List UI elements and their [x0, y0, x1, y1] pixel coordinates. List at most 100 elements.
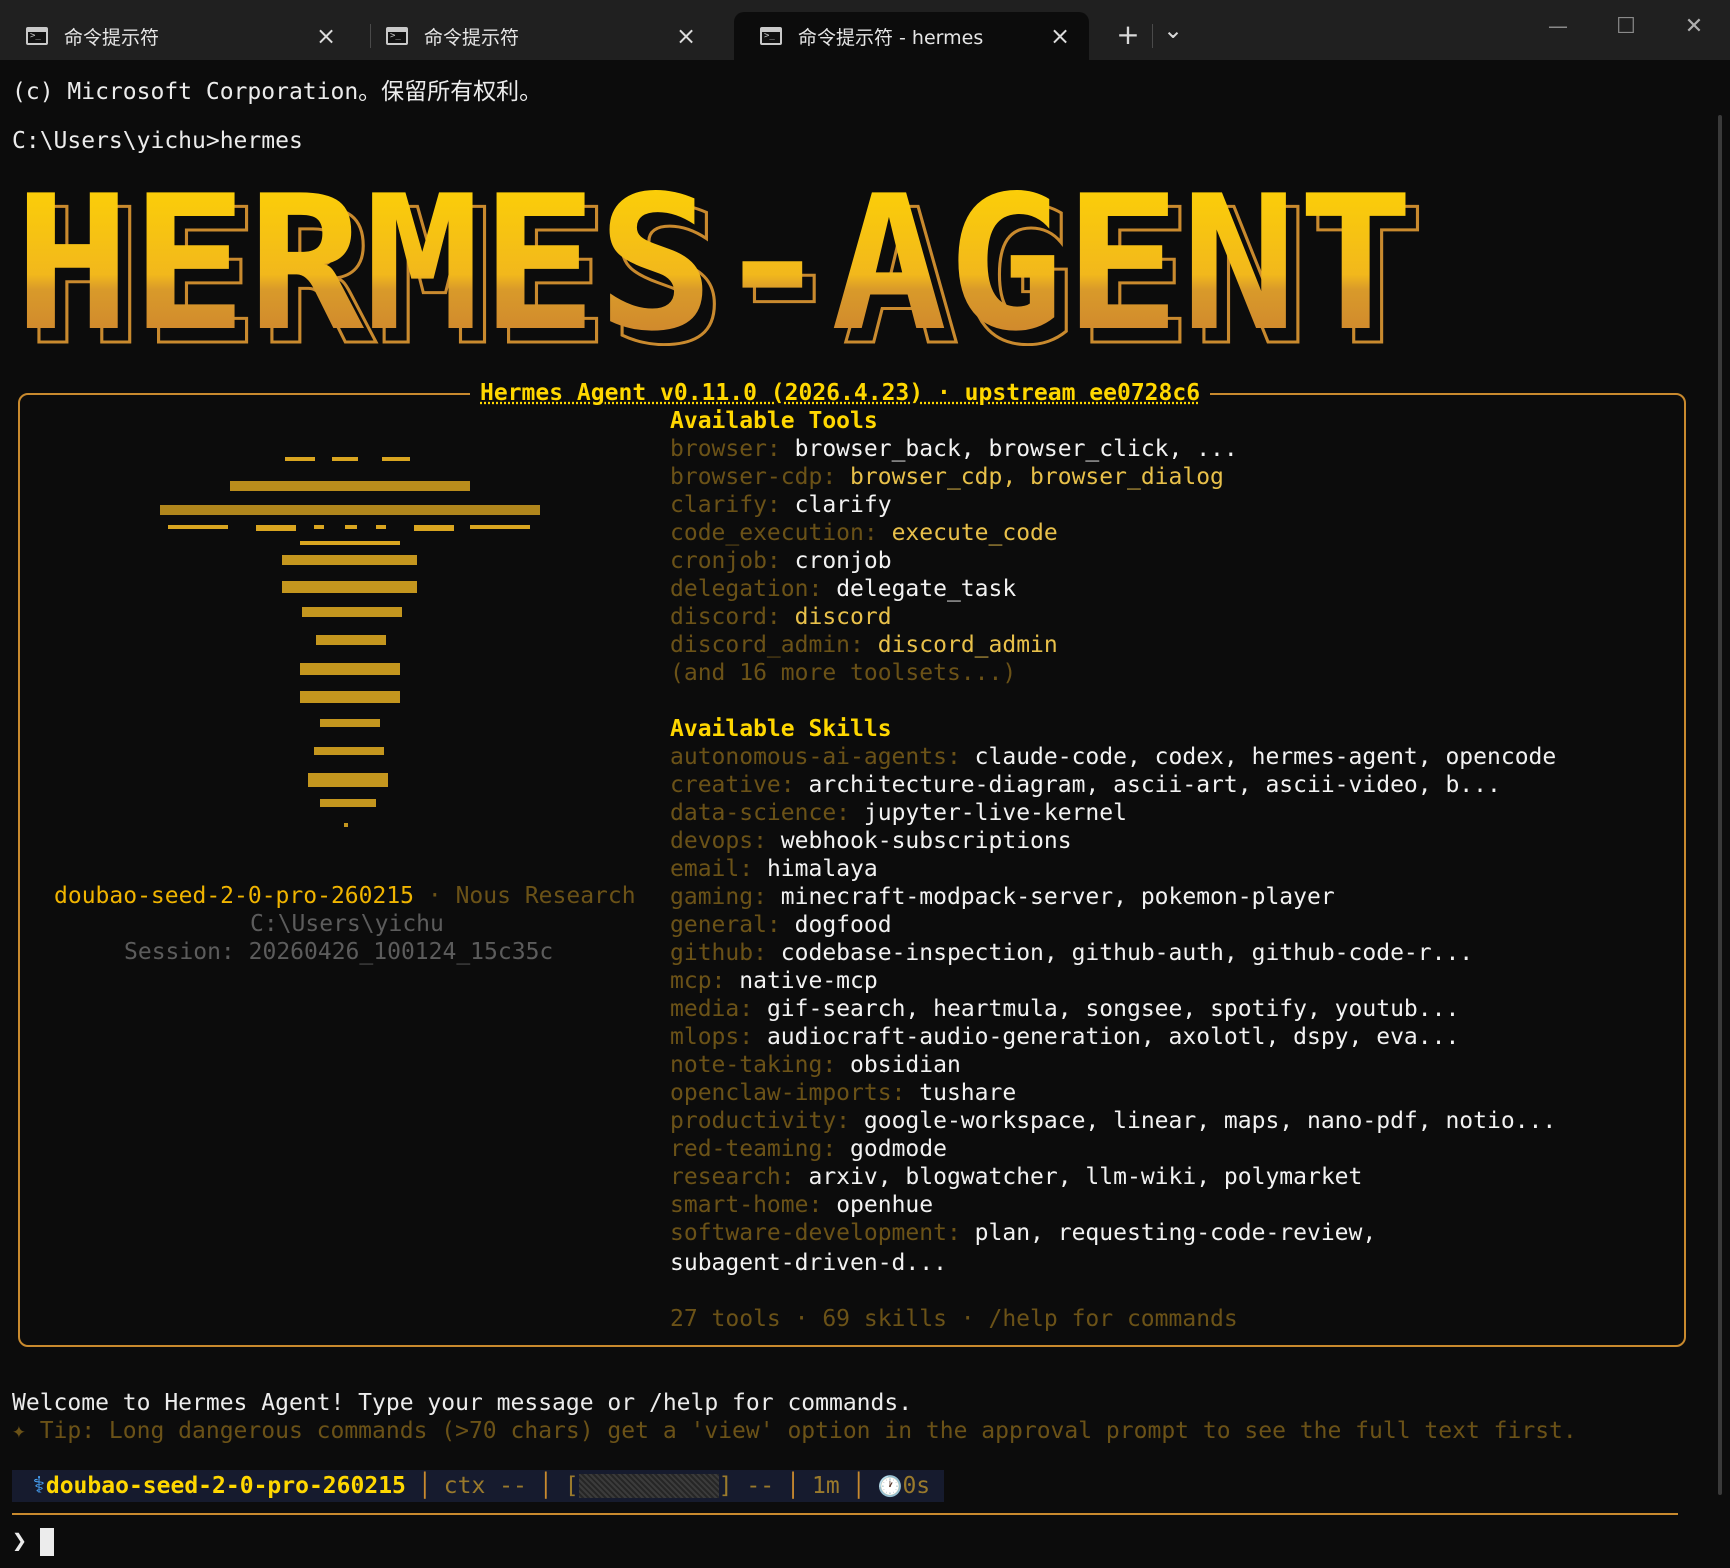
close-tab-icon[interactable]: ×: [311, 22, 341, 50]
skill-category: autonomous-ai-agents:: [670, 744, 961, 770]
provider-name: · Nous Research: [427, 883, 636, 909]
skill-values: codebase-inspection, github-auth, github…: [780, 940, 1474, 966]
bar-open: [: [564, 1473, 579, 1499]
skill-values: native-mcp: [739, 968, 878, 994]
skills-wrap-line: subagent-driven-d...: [670, 1250, 947, 1276]
input-divider: [12, 1513, 1678, 1515]
tool-row: code_execution: execute_code: [670, 520, 1058, 546]
tab-label: 命令提示符 - hermes: [798, 26, 984, 49]
skill-category: mlops:: [670, 1024, 754, 1050]
tab-dropdown-button[interactable]: ⌄: [1158, 16, 1188, 44]
status-time: 1m: [811, 1473, 840, 1499]
skill-row: note-taking: obsidian: [670, 1052, 961, 1078]
cwd-path: C:\Users\yichu: [250, 911, 444, 937]
close-tab-icon[interactable]: ×: [1045, 22, 1075, 50]
status-model: doubao-seed-2-0-pro-260215: [45, 1473, 406, 1499]
tool-values: delegate_task: [836, 576, 1017, 602]
clock-icon: 🕐: [877, 1474, 903, 1498]
terminal-icon: [386, 27, 408, 45]
skill-values: obsidian: [850, 1052, 961, 1078]
tool-values: browser_cdp, browser_dialog: [850, 464, 1224, 490]
tool-category: delegation:: [670, 576, 823, 602]
tip-message: ✦ Tip: Long dangerous commands (>70 char…: [12, 1418, 1577, 1444]
tab-hermes[interactable]: 命令提示符 - hermes ×: [734, 12, 1089, 60]
status-bar: ⚕ doubao-seed-2-0-pro-260215 │ ctx -- │ […: [12, 1470, 945, 1502]
tab-cmd-2[interactable]: 命令提示符 ×: [360, 12, 715, 60]
input-cursor[interactable]: [40, 1528, 54, 1556]
skill-category: mcp:: [670, 968, 726, 994]
hermes-agent-banner-logo: HERMES-AGENT HERMES-AGENT: [14, 176, 1428, 346]
tool-values: cronjob: [794, 548, 892, 574]
skill-category: openclaw-imports:: [670, 1080, 906, 1106]
tool-row: clarify: clarify: [670, 492, 892, 518]
tool-category: browser:: [670, 436, 781, 462]
skill-row: data-science: jupyter-live-kernel: [670, 800, 1127, 826]
divider: [1152, 24, 1153, 48]
skill-category: github:: [670, 940, 767, 966]
model-name: doubao-seed-2-0-pro-260215: [54, 883, 415, 909]
close-window-button[interactable]: ✕: [1676, 14, 1712, 39]
separator: │: [851, 1473, 866, 1499]
tab-cmd-1[interactable]: 命令提示符 ×: [0, 12, 355, 60]
caduceus-icon: ⚕: [32, 1473, 46, 1499]
skill-values: godmode: [850, 1136, 947, 1162]
minimize-button[interactable]: —: [1540, 14, 1576, 38]
tool-values: discord_admin: [877, 632, 1058, 658]
panel-title: Hermes Agent v0.11.0 (2026.4.23) · upstr…: [470, 380, 1211, 406]
session-id: Session: 20260426_100124_15c35c: [124, 939, 554, 965]
terminal-icon: [26, 27, 48, 45]
separator: │: [538, 1473, 553, 1499]
model-line: doubao-seed-2-0-pro-260215 · Nous Resear…: [54, 883, 636, 909]
bar-value: --: [746, 1473, 775, 1499]
tab-label: 命令提示符: [424, 26, 520, 49]
skill-row: research: arxiv, blogwatcher, llm-wiki, …: [670, 1164, 1362, 1190]
skill-row: email: himalaya: [670, 856, 878, 882]
skill-row: creative: architecture-diagram, ascii-ar…: [670, 772, 1501, 798]
new-tab-button[interactable]: +: [1110, 18, 1146, 51]
panel-summary: 27 tools · 69 skills · /help for command…: [670, 1306, 1238, 1332]
tool-row: browser: browser_back, browser_click, ..…: [670, 436, 1238, 462]
skill-row: openclaw-imports: tushare: [670, 1080, 1016, 1106]
skill-values: minecraft-modpack-server, pokemon-player: [780, 884, 1335, 910]
skill-category: research:: [670, 1164, 795, 1190]
skill-category: email:: [670, 856, 754, 882]
skill-row: media: gif-search, heartmula, songsee, s…: [670, 996, 1459, 1022]
maximize-button[interactable]: ☐: [1608, 14, 1644, 39]
scrollbar[interactable]: [1718, 115, 1722, 1495]
skill-row: general: dogfood: [670, 912, 892, 938]
skill-row: software-development: plan, requesting-c…: [670, 1220, 1376, 1246]
skill-row: mcp: native-mcp: [670, 968, 878, 994]
close-tab-icon[interactable]: ×: [671, 22, 701, 50]
tool-row: discord_admin: discord_admin: [670, 632, 1058, 658]
skill-values: plan, requesting-code-review,: [974, 1220, 1377, 1246]
skill-values: arxiv, blogwatcher, llm-wiki, polymarket: [808, 1164, 1363, 1190]
tool-row: delegation: delegate_task: [670, 576, 1016, 602]
skill-category: note-taking:: [670, 1052, 837, 1078]
tool-category: code_execution:: [670, 520, 878, 546]
skill-row: productivity: google-workspace, linear, …: [670, 1108, 1556, 1134]
skill-values: jupyter-live-kernel: [863, 800, 1127, 826]
skill-row: red-teaming: godmode: [670, 1136, 947, 1162]
tool-row: browser-cdp: browser_cdp, browser_dialog: [670, 464, 1224, 490]
caduceus-ascii-art: [160, 457, 540, 827]
skill-category: productivity:: [670, 1108, 851, 1134]
tool-category: browser-cdp:: [670, 464, 837, 490]
tool-category: cronjob:: [670, 548, 781, 574]
skill-category: gaming:: [670, 884, 767, 910]
skill-category: devops:: [670, 828, 767, 854]
skill-row: mlops: audiocraft-audio-generation, axol…: [670, 1024, 1459, 1050]
tool-category: discord:: [670, 604, 781, 630]
tool-values: clarify: [794, 492, 892, 518]
skill-category: software-development:: [670, 1220, 961, 1246]
skill-category: general:: [670, 912, 781, 938]
skill-values: webhook-subscriptions: [780, 828, 1072, 854]
tool-category: clarify:: [670, 492, 781, 518]
skill-values: architecture-diagram, ascii-art, ascii-v…: [808, 772, 1501, 798]
skill-category: smart-home:: [670, 1192, 823, 1218]
skill-values: google-workspace, linear, maps, nano-pdf…: [863, 1108, 1557, 1134]
tool-row: cronjob: cronjob: [670, 548, 892, 574]
skill-category: media:: [670, 996, 754, 1022]
tool-values: execute_code: [891, 520, 1058, 546]
skill-row: devops: webhook-subscriptions: [670, 828, 1072, 854]
separator: │: [786, 1473, 800, 1499]
